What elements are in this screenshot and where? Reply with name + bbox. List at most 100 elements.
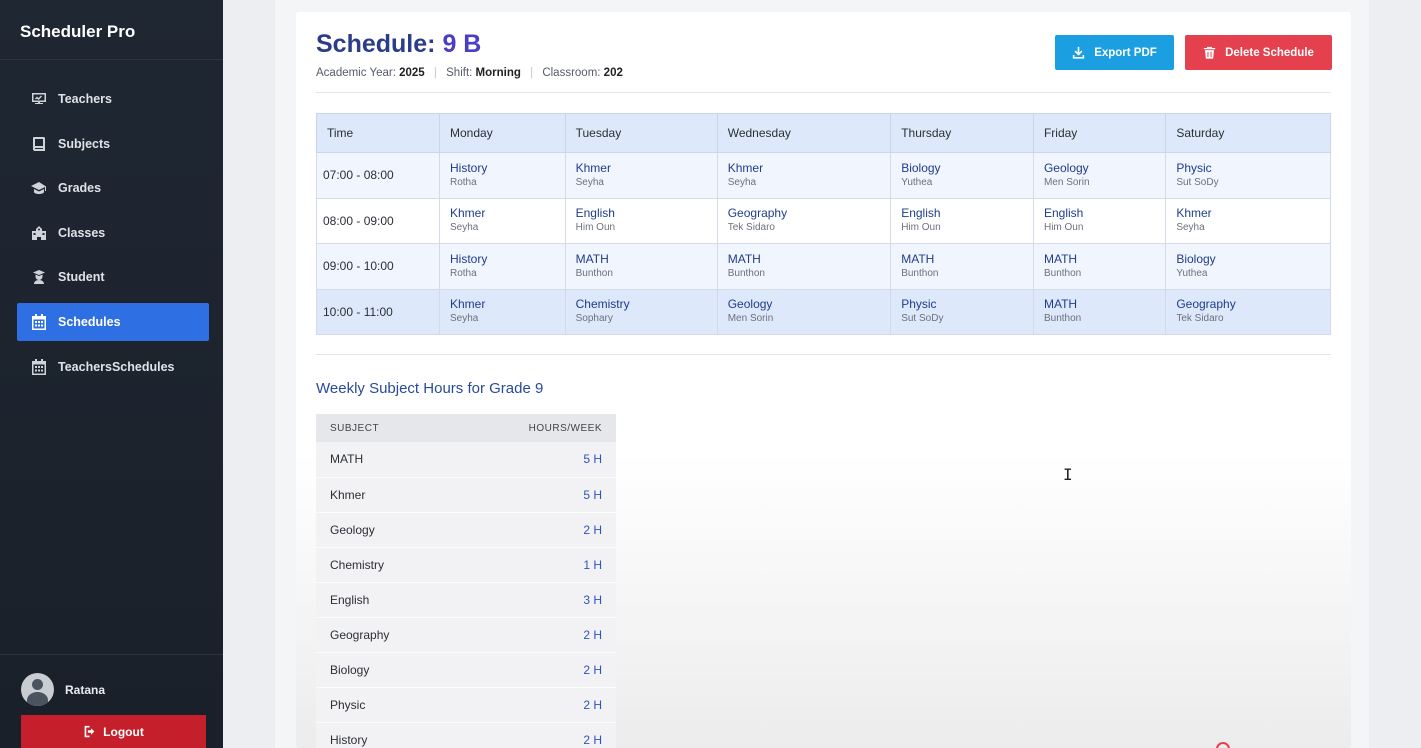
classroom-value: 202 [603, 67, 623, 79]
table-row: MATH 5 H [316, 442, 616, 478]
schedule-cell[interactable]: Khmer Seyha [564, 152, 718, 199]
shift-value: Morning [475, 67, 521, 79]
subject-name: Chemistry [316, 547, 455, 583]
student-icon [31, 269, 47, 285]
sidebar-item-teachersschedules[interactable]: TeachersSchedules [17, 348, 209, 386]
schedule-cell[interactable]: Geology Men Sorin [716, 288, 892, 335]
sidebar-item-student[interactable]: Student [17, 258, 209, 296]
teacher-board-icon [31, 91, 47, 107]
schedule-row: 08:00 - 09:00 Khmer Seyha English Him Oun Geo… [316, 197, 1331, 244]
schedule-cell[interactable]: Physic Sut SoDy [890, 288, 1034, 335]
avatar [21, 673, 54, 706]
sidebar-nav: Teachers Subjects Grades Classes Student [0, 80, 223, 386]
column-header: Friday [1032, 113, 1167, 153]
table-row: Geology 2 H [316, 512, 616, 548]
logout-label: Logout [103, 724, 144, 739]
column-header: Tuesday [564, 113, 718, 153]
subject-name: Geology [727, 297, 773, 312]
hours-value: 1 H [454, 547, 616, 583]
schedule-cell[interactable]: MATH Bunthon [1032, 288, 1167, 335]
username: Ratana [65, 682, 106, 697]
title-prefix: Schedule: [316, 30, 436, 58]
subject-name: Khmer [450, 206, 486, 221]
sidebar-item-grades[interactable]: Grades [17, 169, 209, 207]
hours-header-row: SUBJECT HOURS/WEEK [316, 414, 616, 442]
teacher-name: Bunthon [1043, 267, 1082, 279]
schedule-cell[interactable]: English Him Oun [890, 197, 1034, 244]
schedule-cell[interactable]: Biology Yuthea [890, 152, 1034, 199]
schedule-card: Schedule: 9 B Academic Year: 2025 | Shif… [296, 12, 1351, 748]
schedule-cell[interactable]: Biology Yuthea [1165, 243, 1331, 290]
trash-icon [1203, 46, 1216, 59]
schedule-cell[interactable]: MATH Bunthon [564, 243, 718, 290]
teacher-name: Him Oun [901, 222, 941, 234]
calendar-icon [31, 358, 47, 375]
subject-name: Biology [901, 160, 941, 175]
schedule-cell[interactable]: MATH Bunthon [716, 243, 892, 290]
sidebar-item-schedules[interactable]: Schedules [17, 302, 209, 341]
schedule-cell[interactable]: Khmer Seyha [716, 152, 892, 199]
user-profile[interactable]: Ratana [0, 655, 223, 706]
schedule-cell[interactable]: Chemistry Sophary [564, 288, 718, 335]
text-cursor-icon: I [1063, 465, 1073, 484]
teacher-name: Bunthon [901, 267, 939, 279]
calendar-icon [31, 313, 47, 330]
sidebar-footer: Ratana Logout [0, 654, 223, 748]
sidebar-item-subjects[interactable]: Subjects [17, 125, 209, 163]
hours-value: 5 H [454, 442, 616, 478]
schedule-cell[interactable]: MATH Bunthon [1032, 243, 1167, 290]
column-header: Thursday [890, 113, 1034, 153]
logout-button[interactable]: Logout [21, 715, 206, 748]
sidebar-item-label: Subjects [58, 136, 111, 151]
schedule-cell[interactable]: Geology Men Sorin [1032, 152, 1167, 199]
subject-name: History [316, 722, 455, 748]
subject-name: Geography [316, 617, 455, 653]
table-row: Physic 2 H [316, 687, 616, 723]
schedule-cell[interactable]: Khmer Seyha [439, 288, 566, 335]
export-pdf-button[interactable]: Export PDF [1055, 35, 1174, 70]
sidebar: Scheduler Pro Teachers Subjects Grades C… [0, 0, 223, 748]
hours-value: 2 H [454, 512, 616, 548]
hours-value: 2 H [454, 617, 616, 653]
subject-name: Geology [1043, 160, 1089, 175]
subject-name: MATH [575, 251, 609, 266]
divider [316, 92, 1331, 93]
column-header: HOURS/WEEK [454, 414, 616, 442]
title-class-name: 9 B [442, 30, 482, 58]
sidebar-item-label: Teachers [58, 92, 112, 106]
page-title: Schedule: 9 B [316, 30, 623, 58]
column-header: Saturday [1165, 113, 1331, 153]
teacher-name: Men Sorin [1043, 176, 1090, 188]
sidebar-item-classes[interactable]: Classes [17, 214, 209, 252]
schedule-cell[interactable]: Geography Tek Sidaro [1165, 288, 1331, 335]
schedule-cell[interactable]: Khmer Seyha [439, 197, 566, 244]
schedule-cell[interactable]: English Him Oun [1032, 197, 1167, 244]
hours-title: Weekly Subject Hours for Grade 9 [316, 380, 544, 397]
sidebar-item-label: TeachersSchedules [58, 359, 175, 374]
delete-schedule-label: Delete Schedule [1225, 46, 1314, 59]
subject-name: History [450, 251, 488, 266]
schedule-cell[interactable]: English Him Oun [564, 197, 718, 244]
table-row: Biology 2 H [316, 652, 616, 688]
schedule-cell[interactable]: History Rotha [439, 243, 566, 290]
teacher-name: Sut SoDy [901, 313, 944, 325]
column-header: Monday [439, 113, 566, 153]
teacher-name: Tek Sidaro [727, 222, 775, 234]
schedule-row: 09:00 - 10:00 History Rotha MATH Bunthon MATH… [316, 243, 1331, 290]
schedule-cell[interactable]: History Rotha [439, 152, 566, 199]
delete-schedule-button[interactable]: Delete Schedule [1185, 35, 1332, 70]
sidebar-item-label: Student [58, 270, 105, 285]
sidebar-item-teachers[interactable]: Teachers [17, 80, 209, 118]
schedule-row: 10:00 - 11:00 Khmer Seyha Chemistry Sophary G… [316, 288, 1331, 335]
schedule-cell[interactable]: Khmer Seyha [1165, 197, 1331, 244]
subject-name: Geology [316, 512, 455, 548]
sidebar-item-label: Schedules [58, 314, 121, 329]
schedule-cell[interactable]: MATH Bunthon [890, 243, 1034, 290]
schedule-cell[interactable]: Physic Sut SoDy [1165, 152, 1331, 199]
subject-name: Geography [1176, 297, 1236, 312]
hours-value: 5 H [454, 477, 616, 513]
subject-name: Khmer [575, 160, 611, 175]
teacher-name: Seyha [450, 222, 479, 234]
schedule-cell[interactable]: Geography Tek Sidaro [716, 197, 892, 244]
teacher-name: Him Oun [575, 222, 616, 234]
